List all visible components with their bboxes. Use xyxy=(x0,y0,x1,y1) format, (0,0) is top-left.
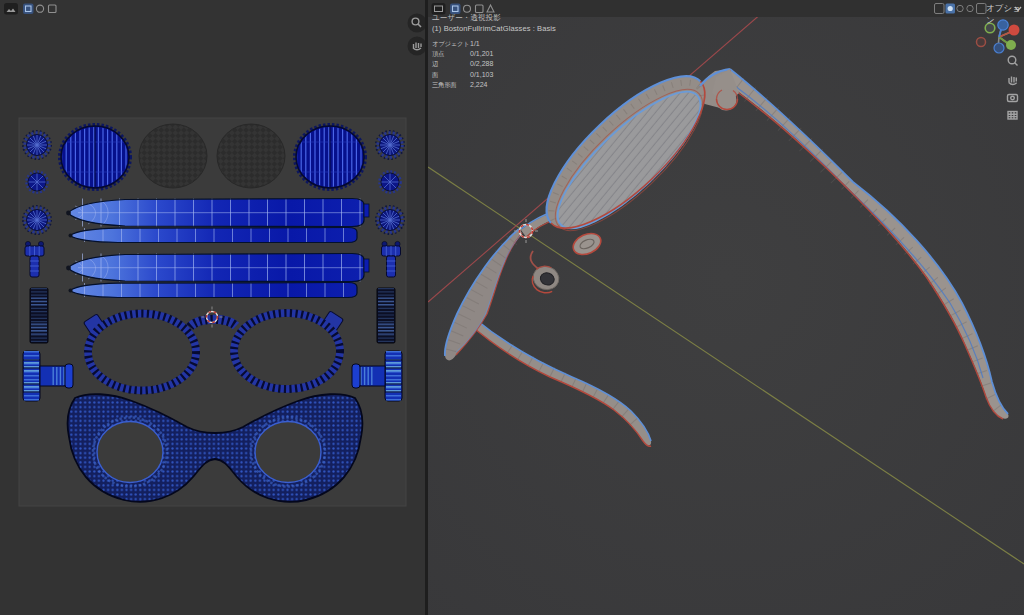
stat-faces: 面0/1,103 xyxy=(432,70,493,80)
viewport-3d-panel: ユーザー・透視投影 (1) BostonFullrimCatGlasses : … xyxy=(428,0,1024,615)
uv-island-ribbed-left[interactable] xyxy=(30,288,48,343)
stat-edges: 辺0/2,288 xyxy=(432,59,493,69)
uv-editor-panel xyxy=(0,0,425,615)
viewport-view-label: ユーザー・透視投影 xyxy=(432,13,501,22)
stat-objects: オブジェクト1/1 xyxy=(432,39,493,49)
uv-island-lens-disc-left[interactable] xyxy=(23,131,51,234)
uv-zoom-button[interactable] xyxy=(408,14,426,33)
uv-island-checker-oval-1[interactable] xyxy=(139,124,207,188)
uv-editor-canvas[interactable] xyxy=(0,0,425,615)
stat-verts: 頂点0/1,201 xyxy=(432,49,493,59)
uv-mode-button[interactable] xyxy=(23,4,34,15)
viewport-stats: オブジェクト1/1 頂点0/1,201 辺0/2,288 面0/1,103 三角… xyxy=(432,39,493,90)
editor-type-button[interactable] xyxy=(4,3,18,15)
uv-island-checker-oval-2[interactable] xyxy=(217,124,285,188)
options-dropdown[interactable]: オプション xyxy=(986,3,1024,27)
view-mode-icon[interactable] xyxy=(36,5,43,12)
uv-editor-header xyxy=(4,3,56,15)
stat-tris: 三角形面2,224 xyxy=(432,80,493,90)
gizmo-y-axis[interactable] xyxy=(1006,40,1016,50)
gizmo-x-axis-neg[interactable] xyxy=(977,38,986,47)
viewport-object-label: (1) BostonFullrimCatGlasses : Basis xyxy=(432,24,556,33)
uv-island-ribbed-right[interactable] xyxy=(377,288,395,343)
uv-island-lens-disc-right[interactable] xyxy=(376,131,404,234)
viewport-3d-canvas[interactable] xyxy=(428,0,1024,615)
uv-island-temple-strips-1[interactable] xyxy=(66,199,369,243)
paint-mode-icon[interactable] xyxy=(49,5,57,13)
uv-island-temple-strips-2[interactable] xyxy=(66,254,369,298)
uv-nav-buttons xyxy=(408,14,426,56)
gizmo-z-axis-neg[interactable] xyxy=(994,43,1004,53)
